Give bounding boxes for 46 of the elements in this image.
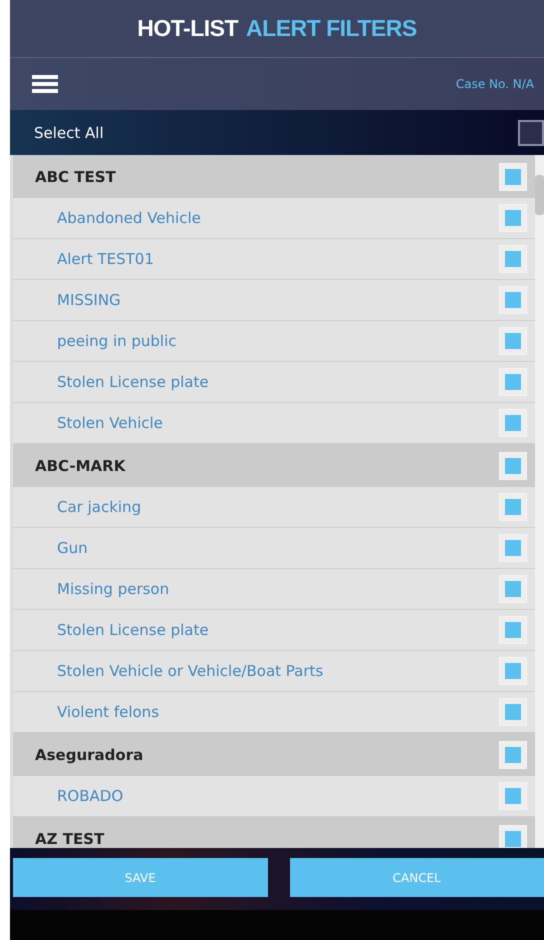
checkbox[interactable] [499, 327, 527, 355]
checkbox[interactable] [499, 575, 527, 603]
checkbox[interactable] [499, 657, 527, 685]
group-row[interactable]: ABC-MARK [13, 444, 535, 487]
group-row[interactable]: AZ TEST [13, 817, 535, 848]
filter-label: Missing person [57, 580, 170, 598]
group-label: AZ TEST [35, 830, 104, 848]
filter-label: ROBADO [57, 787, 124, 805]
checkbox[interactable] [499, 286, 527, 314]
checkbox[interactable] [499, 162, 527, 190]
filter-label: Violent felons [57, 703, 160, 721]
filter-label: Stolen Vehicle [57, 414, 163, 432]
checkbox[interactable] [499, 782, 527, 810]
filter-label: Stolen License plate [57, 621, 209, 639]
checkbox[interactable] [499, 409, 527, 437]
group-label: ABC-MARK [35, 456, 126, 474]
title-text: HOT-LIST [137, 15, 238, 42]
checkbox[interactable] [499, 204, 527, 232]
checkbox[interactable] [499, 245, 527, 273]
filter-label: Stolen Vehicle or Vehicle/Boat Parts [57, 662, 324, 680]
checkbox[interactable] [499, 534, 527, 562]
select-all-label: Select All [34, 124, 104, 142]
group-row[interactable]: Aseguradora [13, 733, 535, 776]
filter-label: Car jacking [57, 498, 142, 516]
menu-icon[interactable] [32, 75, 58, 93]
filter-label: peeing in public [57, 332, 177, 350]
filter-label: Alert TEST01 [57, 250, 154, 268]
checkbox[interactable] [499, 740, 527, 768]
filter-label: MISSING [57, 291, 121, 309]
checkbox[interactable] [499, 698, 527, 726]
checkbox[interactable] [499, 824, 527, 848]
action-button[interactable]: CANCEL [290, 858, 544, 897]
action-button[interactable]: SAVE [13, 858, 268, 897]
group-row[interactable]: ABC TEST [13, 155, 535, 198]
filter-label: Abandoned Vehicle [57, 209, 201, 227]
checkbox[interactable] [499, 452, 527, 480]
select-all-checkbox[interactable] [518, 120, 544, 146]
group-label: ABC TEST [35, 168, 116, 186]
checkbox[interactable] [499, 493, 527, 521]
filter-label: Stolen License plate [57, 373, 209, 391]
case-number-label: Case No. N/A [456, 77, 534, 91]
checkbox[interactable] [499, 368, 527, 396]
filter-label: Gun [57, 539, 88, 557]
group-label: Aseguradora [35, 746, 144, 764]
checkbox[interactable] [499, 616, 527, 644]
title-text: ALERT FILTERS [246, 15, 417, 42]
